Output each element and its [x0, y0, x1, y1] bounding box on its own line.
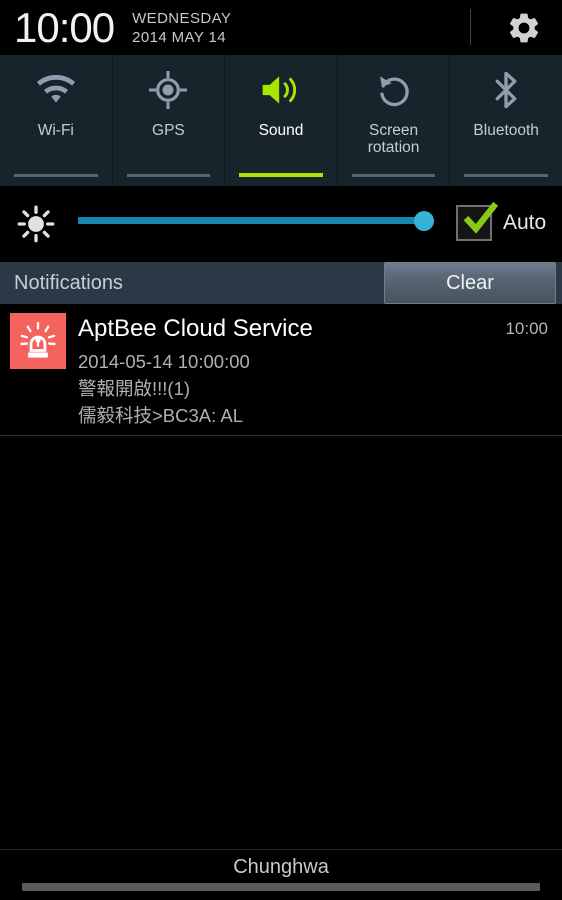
shade-drag-handle[interactable]	[22, 883, 540, 891]
bluetooth-icon	[489, 59, 523, 121]
toggle-underline-wifi	[14, 174, 98, 177]
gps-icon	[148, 59, 188, 121]
toggle-wifi[interactable]: Wi-Fi	[0, 55, 113, 186]
date-block: WEDNESDAY 2014 MAY 14	[132, 8, 231, 47]
statusbar-divider	[470, 9, 471, 45]
weekday-label: WEDNESDAY	[132, 10, 232, 28]
toggle-label-gps: GPS	[152, 122, 185, 139]
notification-line-1: 2014-05-14 10:00:00	[78, 351, 250, 372]
bottom-divider	[0, 849, 562, 850]
notification-line-2: 警報開啟!!!(1)	[78, 378, 191, 399]
notification-shade: 10:00 WEDNESDAY 2014 MAY 14 Wi-Fi GPS So…	[0, 0, 562, 900]
brightness-slider[interactable]	[78, 217, 426, 224]
toggle-screen-rotation[interactable]: Screen rotation	[338, 55, 451, 186]
sound-on-icon	[259, 59, 303, 121]
carrier-label: Chunghwa	[233, 856, 329, 878]
alarm-siren-icon	[10, 313, 66, 369]
notifications-empty-area	[0, 436, 562, 848]
clear-notifications-button[interactable]: Clear	[384, 262, 556, 304]
auto-brightness-label: Auto	[503, 211, 547, 234]
screen-rotation-icon	[375, 59, 413, 121]
notifications-title: Notifications	[14, 272, 123, 294]
notification-time: 10:00	[505, 319, 548, 338]
toggle-underline-bluetooth	[464, 174, 548, 177]
toggle-label-screen-rotation: Screen rotation	[367, 122, 420, 156]
toggle-sound[interactable]: Sound	[225, 55, 338, 186]
wifi-icon	[34, 59, 78, 121]
toggle-label-bluetooth: Bluetooth	[473, 122, 539, 139]
toggle-bluetooth[interactable]: Bluetooth	[450, 55, 562, 186]
checkmark-icon	[458, 198, 502, 247]
toggle-underline-gps	[126, 174, 211, 177]
date-label: 2014 MAY 14	[132, 28, 227, 46]
clear-button-label: Clear	[446, 271, 494, 294]
toggle-gps[interactable]: GPS	[113, 55, 226, 186]
clock-time: 10:00	[14, 3, 115, 51]
settings-button[interactable]	[504, 8, 544, 48]
gear-icon	[510, 13, 539, 43]
toggle-label-sound: Sound	[258, 122, 304, 139]
toggle-underline-screen-rotation	[351, 174, 436, 177]
brightness-icon	[16, 204, 56, 244]
brightness-slider-thumb[interactable]	[414, 211, 434, 231]
toggle-underline-sound	[239, 173, 323, 177]
quick-settings-panel: Wi-Fi GPS Sound Screen rotation Bluetoot…	[0, 55, 562, 186]
toggle-label-wifi: Wi-Fi	[37, 122, 74, 139]
notification-item[interactable]: AptBee Cloud Service 10:00 2014-05-14 10…	[0, 305, 562, 436]
notification-line-3: 儒毅科技>BC3A: AL	[78, 405, 244, 426]
status-bar: 10:00 WEDNESDAY 2014 MAY 14	[0, 0, 562, 55]
notification-title: AptBee Cloud Service	[78, 315, 313, 342]
